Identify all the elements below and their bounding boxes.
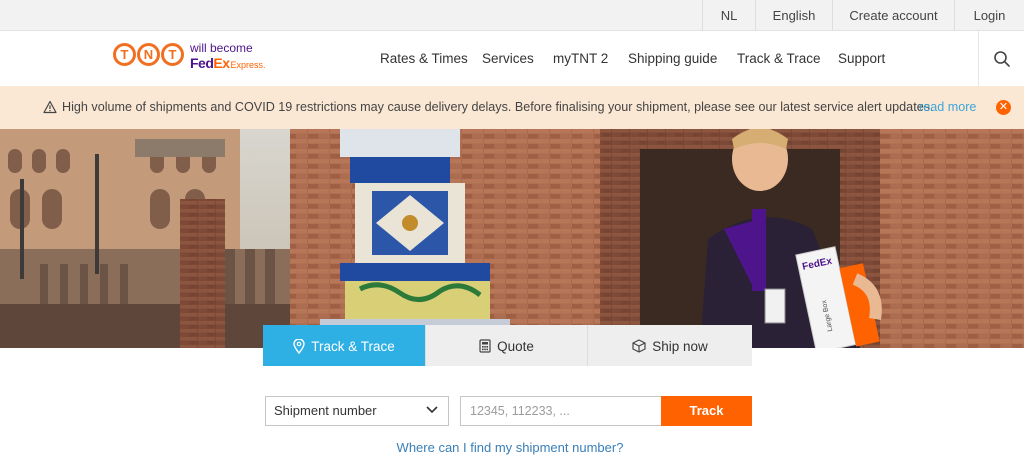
language-nl-link[interactable]: NL xyxy=(702,0,755,31)
will-become-text: will become xyxy=(190,41,253,55)
tab-quote[interactable]: Quote xyxy=(425,325,587,366)
tab-ship-label: Ship now xyxy=(652,338,708,354)
search-button[interactable] xyxy=(978,31,1024,86)
logo-letter: N xyxy=(137,43,160,66)
package-icon xyxy=(632,339,646,354)
fedex-express: Express. xyxy=(230,60,266,70)
fedex-ex: Ex xyxy=(213,55,230,71)
main-navigation: T N T will become FedExExpress. Rates & … xyxy=(0,31,1024,86)
service-alert-banner: High volume of shipments and COVID 19 re… xyxy=(0,86,1024,129)
nav-support[interactable]: Support xyxy=(838,31,885,86)
calculator-icon xyxy=(479,339,491,354)
chevron-down-icon xyxy=(426,406,438,414)
help-row: Where can I find my shipment number? xyxy=(0,440,1024,455)
warning-icon xyxy=(43,100,57,114)
tab-track-label: Track & Trace xyxy=(311,338,395,354)
alert-message: High volume of shipments and COVID 19 re… xyxy=(62,100,934,114)
nav-shipping-guide[interactable]: Shipping guide xyxy=(628,31,717,86)
select-value: Shipment number xyxy=(274,403,377,418)
login-link[interactable]: Login xyxy=(954,0,1024,31)
nav-mytnt2[interactable]: myTNT 2 xyxy=(553,31,608,86)
nav-services[interactable]: Services xyxy=(482,31,534,86)
tab-quote-label: Quote xyxy=(497,338,534,354)
fedex-fed: Fed xyxy=(190,55,214,71)
logo-letter: T xyxy=(161,43,184,66)
utility-bar: NL English Create account Login xyxy=(0,0,1024,31)
shipment-number-input[interactable] xyxy=(460,396,661,426)
create-account-link[interactable]: Create account xyxy=(832,0,954,31)
nav-track-trace[interactable]: Track & Trace xyxy=(737,31,821,86)
close-icon[interactable]: ✕ xyxy=(996,100,1011,115)
find-shipment-number-link[interactable]: Where can I find my shipment number? xyxy=(397,440,624,455)
reference-type-select[interactable]: Shipment number xyxy=(265,396,449,426)
tab-ship-now[interactable]: Ship now xyxy=(587,325,752,366)
logo-letter: T xyxy=(113,43,136,66)
hero-image: FedEx Large Box xyxy=(0,129,1024,348)
tab-track-trace[interactable]: Track & Trace xyxy=(263,325,425,366)
tnt-fedex-logo[interactable]: T N T will become FedExExpress. xyxy=(113,41,283,75)
search-icon xyxy=(994,51,1010,67)
nav-rates-times[interactable]: Rates & Times xyxy=(380,31,468,86)
track-button[interactable]: Track xyxy=(661,396,752,426)
tnt-logo: T N T xyxy=(113,43,184,66)
language-english-link[interactable]: English xyxy=(755,0,832,31)
location-pin-icon xyxy=(293,338,305,355)
hero-illustration: FedEx Large Box xyxy=(0,129,1024,348)
read-more-link[interactable]: read more xyxy=(919,86,976,129)
fedex-express-logo: FedExExpress. xyxy=(190,55,266,71)
